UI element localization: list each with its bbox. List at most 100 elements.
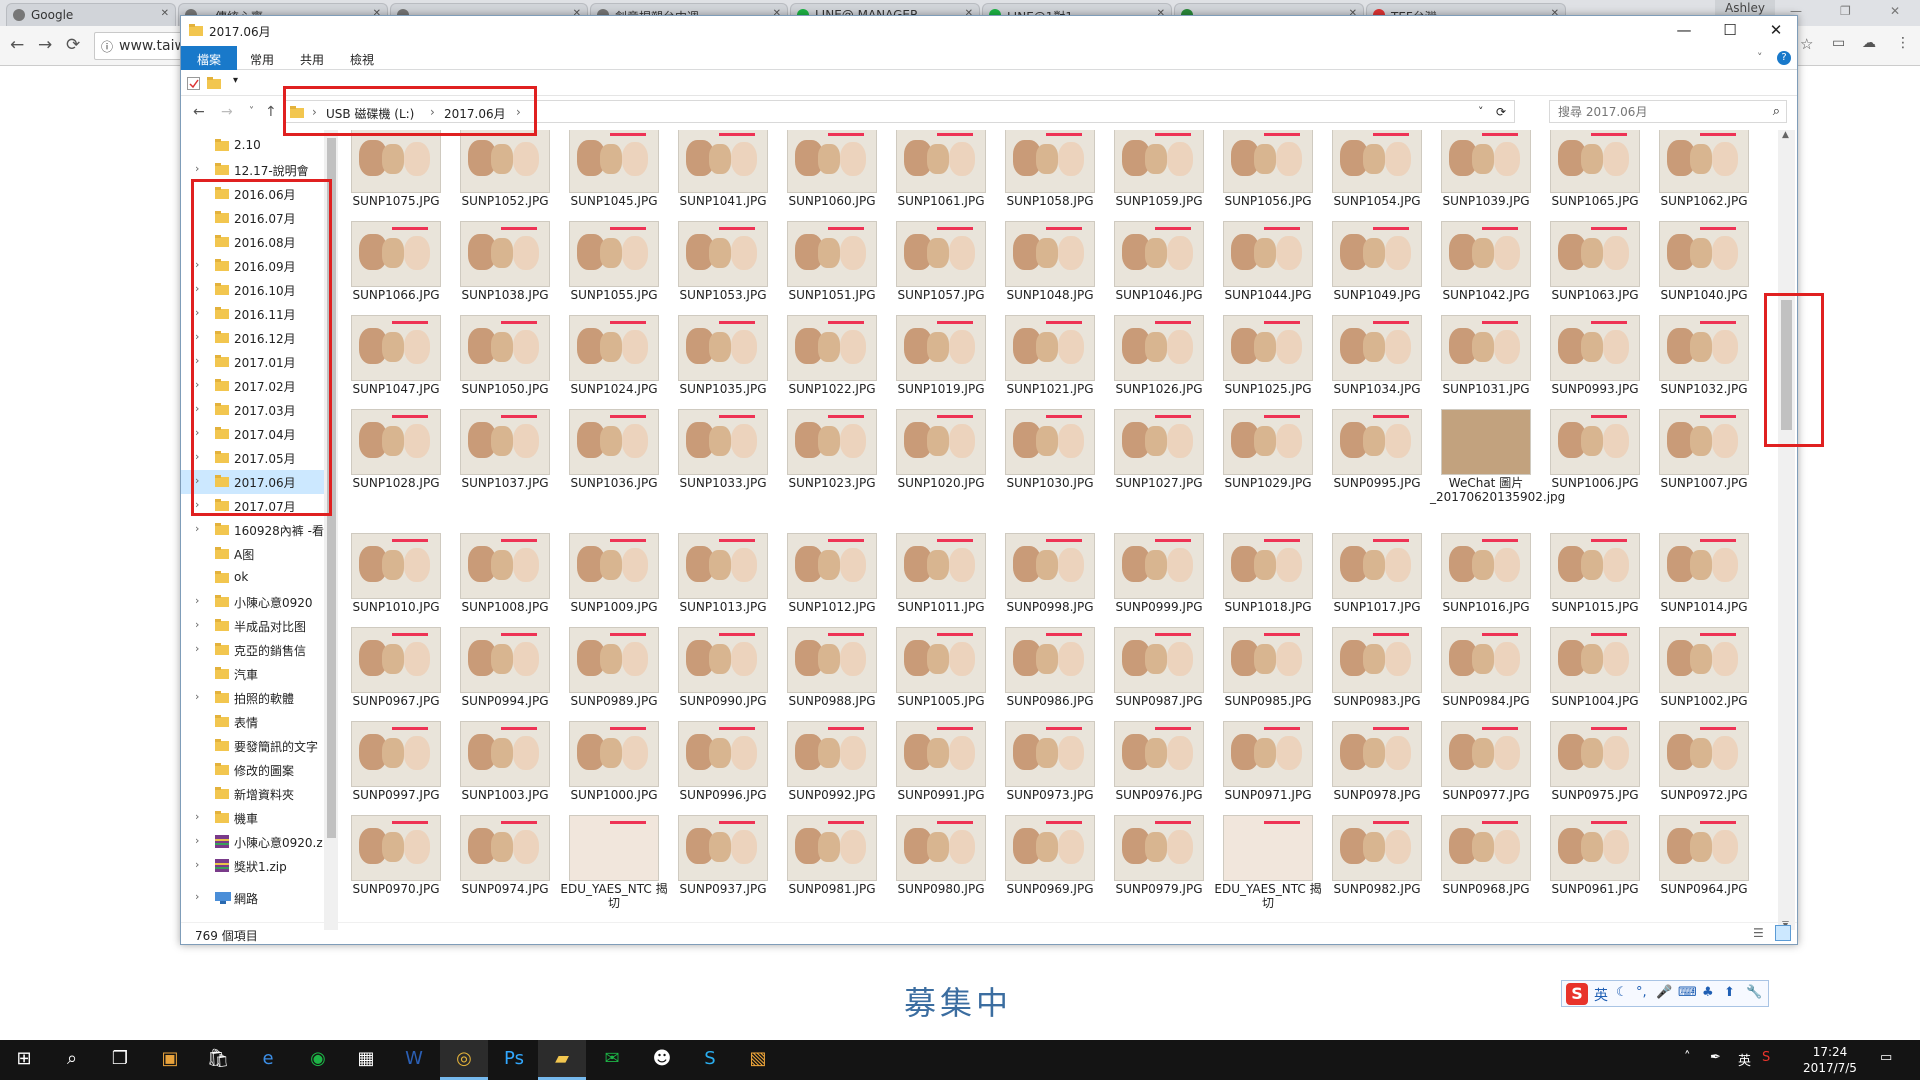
file-item[interactable]: SUNP1065.JPG <box>1539 130 1643 218</box>
file-explorer-app-icon[interactable]: ▰ <box>538 1040 586 1080</box>
file-item[interactable]: SUNP0967.JPG <box>340 622 444 718</box>
tab-share[interactable]: 共用 <box>287 46 337 70</box>
nav-item[interactable]: › 160928內裤 -看 <box>181 518 324 542</box>
expand-chevron-icon[interactable]: › <box>195 890 199 903</box>
minimize-button[interactable]: — <box>1661 18 1707 44</box>
file-item[interactable]: SUNP1015.JPG <box>1539 528 1643 624</box>
nav-item[interactable]: › 拍照的軟體 <box>181 686 324 710</box>
window-titlebar[interactable]: 2017.06月 — ☐ ✕ <box>181 16 1797 46</box>
file-item[interactable]: SUNP0980.JPG <box>885 810 989 906</box>
file-item[interactable]: SUNP1000.JPG <box>558 716 662 812</box>
nav-item[interactable]: › 克亞的銷售信 <box>181 638 324 662</box>
customize-qat-icon[interactable]: ▾ <box>233 75 238 86</box>
address-dropdown-icon[interactable]: ˅ <box>1478 105 1484 118</box>
file-item[interactable]: SUNP1028.JPG <box>340 404 444 500</box>
file-item[interactable]: SUNP1041.JPG <box>667 130 771 218</box>
nav-item[interactable]: › 小陳心意0920 <box>181 590 324 614</box>
file-item[interactable]: SUNP1002.JPG <box>1648 622 1752 718</box>
nav-item[interactable]: ok <box>181 566 324 590</box>
nav-item[interactable]: › 機車 <box>181 806 324 830</box>
file-item[interactable]: SUNP0972.JPG <box>1648 716 1752 812</box>
file-item[interactable]: SUNP1026.JPG <box>1103 310 1207 406</box>
refresh-icon[interactable]: ⟳ <box>1496 105 1506 119</box>
file-item[interactable]: SUNP1032.JPG <box>1648 310 1752 406</box>
file-item[interactable]: SUNP1019.JPG <box>885 310 989 406</box>
file-item[interactable]: SUNP1009.JPG <box>558 528 662 624</box>
forward-button[interactable]: → <box>221 104 233 120</box>
file-item[interactable]: SUNP0964.JPG <box>1648 810 1752 906</box>
file-item[interactable]: SUNP0974.JPG <box>449 810 553 906</box>
nav-item[interactable]: › 獎狀1.zip <box>181 854 324 878</box>
microphone-icon[interactable]: 🎤 <box>1656 985 1672 1000</box>
file-item[interactable]: SUNP0996.JPG <box>667 716 771 812</box>
file-item[interactable]: SUNP1011.JPG <box>885 528 989 624</box>
nav-item[interactable]: › 網路 <box>181 886 324 910</box>
file-item[interactable]: SUNP0999.JPG <box>1103 528 1207 624</box>
file-item[interactable]: SUNP0970.JPG <box>340 810 444 906</box>
chrome-app-icon[interactable]: ◎ <box>440 1040 488 1080</box>
ime-toolbar[interactable]: S 英 ☾ °, 🎤 ⌨ ♣ ⬆ 🔧 <box>1561 980 1769 1007</box>
file-item[interactable]: SUNP1034.JPG <box>1321 310 1425 406</box>
file-item[interactable]: SUNP0982.JPG <box>1321 810 1425 906</box>
nav-item[interactable]: 要發簡訊的文字 <box>181 734 324 758</box>
browser-maximize-icon[interactable]: ❐ <box>1840 4 1851 18</box>
file-item[interactable]: SUNP1024.JPG <box>558 310 662 406</box>
file-item[interactable]: EDU_YAES_NTC 揭切 <box>1212 810 1322 910</box>
file-item[interactable]: WeChat 圖片_20170620135902.jpg <box>1430 404 1565 504</box>
file-item[interactable]: SUNP1036.JPG <box>558 404 662 500</box>
file-item[interactable]: SUNP1063.JPG <box>1539 216 1643 312</box>
chrome-menu-icon[interactable]: ⋮ <box>1896 35 1910 51</box>
properties-icon[interactable] <box>187 77 200 90</box>
close-tab-icon[interactable]: ✕ <box>161 8 169 19</box>
qq-app-icon[interactable]: ☻ <box>638 1040 686 1080</box>
file-item[interactable]: SUNP1050.JPG <box>449 310 553 406</box>
close-button[interactable]: ✕ <box>1753 18 1799 44</box>
browser-tab[interactable]: Google ✕ <box>6 3 176 26</box>
file-item[interactable]: SUNP1061.JPG <box>885 130 989 218</box>
skin-icon[interactable]: ♣ <box>1702 985 1714 1000</box>
file-item[interactable]: SUNP1044.JPG <box>1212 216 1316 312</box>
file-item[interactable]: SUNP1051.JPG <box>776 216 880 312</box>
file-item[interactable]: SUNP1022.JPG <box>776 310 880 406</box>
file-item[interactable]: SUNP0995.JPG <box>1321 404 1425 500</box>
extension-icon[interactable]: ▭ <box>1832 35 1845 51</box>
expand-chevron-icon[interactable]: › <box>195 858 199 871</box>
file-item[interactable]: SUNP0971.JPG <box>1212 716 1316 812</box>
scroll-up-icon[interactable]: ▲ <box>1782 130 1789 140</box>
file-item[interactable]: SUNP0975.JPG <box>1539 716 1643 812</box>
large-icons-view-icon[interactable] <box>1775 925 1791 941</box>
search-input[interactable] <box>1550 101 1760 122</box>
file-item[interactable]: SUNP1016.JPG <box>1430 528 1534 624</box>
file-item[interactable]: SUNP0969.JPG <box>994 810 1098 906</box>
file-item[interactable]: SUNP1056.JPG <box>1212 130 1316 218</box>
file-item[interactable]: SUNP1014.JPG <box>1648 528 1752 624</box>
browser-reload-icon[interactable]: ⟳ <box>66 35 80 55</box>
file-item[interactable]: SUNP1052.JPG <box>449 130 553 218</box>
file-item[interactable]: SUNP0987.JPG <box>1103 622 1207 718</box>
file-item[interactable]: SUNP1007.JPG <box>1648 404 1752 500</box>
file-item[interactable]: SUNP1046.JPG <box>1103 216 1207 312</box>
file-item[interactable]: SUNP0978.JPG <box>1321 716 1425 812</box>
tray-expand-icon[interactable]: ˄ <box>1684 1050 1691 1065</box>
file-item[interactable]: SUNP0977.JPG <box>1430 716 1534 812</box>
upload-icon[interactable]: ⬆ <box>1724 985 1735 1000</box>
file-item[interactable]: SUNP0988.JPG <box>776 622 880 718</box>
file-item[interactable]: SUNP1048.JPG <box>994 216 1098 312</box>
word-app-icon[interactable]: W <box>390 1040 438 1080</box>
task-view-icon[interactable]: ❐ <box>96 1040 144 1080</box>
search-icon[interactable]: ⌕ <box>48 1040 96 1080</box>
photoshop-app-icon[interactable]: Ps <box>490 1040 538 1080</box>
browser-close-icon[interactable]: ✕ <box>1890 4 1900 18</box>
file-item[interactable]: SUNP0993.JPG <box>1539 310 1643 406</box>
notification-icon[interactable]: ▭ <box>1880 1050 1892 1065</box>
file-item[interactable]: SUNP1018.JPG <box>1212 528 1316 624</box>
file-item[interactable]: SUNP1039.JPG <box>1430 130 1534 218</box>
start-windows-icon[interactable]: ⊞ <box>0 1040 48 1080</box>
file-item[interactable]: SUNP1038.JPG <box>449 216 553 312</box>
nav-item[interactable]: 表情 <box>181 710 324 734</box>
file-item[interactable]: SUNP1045.JPG <box>558 130 662 218</box>
file-item[interactable]: SUNP1023.JPG <box>776 404 880 500</box>
paint-app-icon[interactable]: ▣ <box>146 1040 194 1080</box>
file-item[interactable]: SUNP1006.JPG <box>1539 404 1643 500</box>
file-list-scrollbar[interactable]: ▲ ▼ <box>1778 130 1795 930</box>
